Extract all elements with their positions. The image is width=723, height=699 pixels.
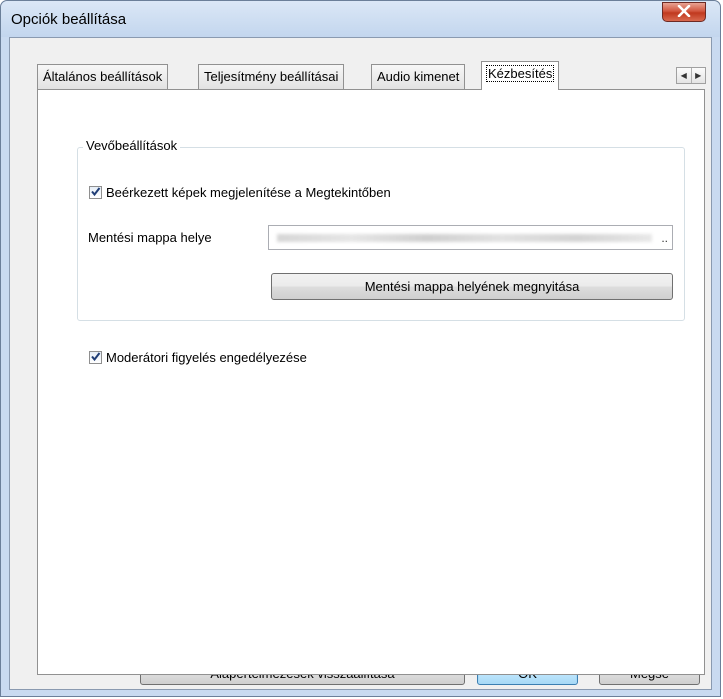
checkmark-icon [90,350,101,365]
tab-label: Kézbesítés [485,65,555,82]
close-x-icon [677,4,691,20]
tab-label: Teljesítmény beállításai [204,69,339,84]
tab-panel-kezbesites: Vevőbeállítások Beérkezett képek megjele… [37,89,705,675]
blurred-path-text [277,234,652,242]
window-title: Opciók beállítása [11,11,127,28]
show-images-row: Beérkezett képek megjelenítése a Megteki… [89,185,391,200]
tab-label: Általános beállítások [43,69,163,84]
tab-scroll-right-button[interactable]: ▶ [692,68,706,83]
tab-kezbesites[interactable]: Kézbesítés [481,61,560,90]
tab-scroll-buttons: ◀ ▶ [676,67,706,84]
tab-label: Audio kimenet [377,69,460,84]
tab-audio[interactable]: Audio kimenet [371,64,466,89]
show-images-checkbox[interactable] [89,186,102,199]
arrow-right-icon: ▶ [695,71,702,80]
group-title: Vevőbeállítások [83,138,181,153]
save-folder-path-field[interactable]: .. [268,225,673,250]
checkmark-icon [90,185,101,200]
moderator-row: Moderátori figyelés engedélyezése [89,350,307,365]
save-folder-label: Mentési mappa helye [88,230,212,245]
arrow-left-icon: ◀ [680,71,687,80]
close-button[interactable] [662,2,706,22]
tab-scroll-left-button[interactable]: ◀ [677,68,692,83]
path-ellipsis: .. [661,231,668,245]
options-dialog: Opciók beállítása Általános beállítások … [0,0,721,697]
moderator-checkbox[interactable] [89,351,102,364]
moderator-label[interactable]: Moderátori figyelés engedélyezése [106,350,307,365]
tab-teljesitmeny[interactable]: Teljesítmény beállításai [198,64,345,89]
title-bar[interactable]: Opciók beállítása [1,1,720,37]
dialog-client-area: Általános beállítások Teljesítmény beáll… [9,37,712,690]
show-images-label[interactable]: Beérkezett képek megjelenítése a Megteki… [106,185,391,200]
tab-altalanos[interactable]: Általános beállítások [37,64,169,89]
open-save-folder-button[interactable]: Mentési mappa helyének megnyitása [271,273,673,300]
